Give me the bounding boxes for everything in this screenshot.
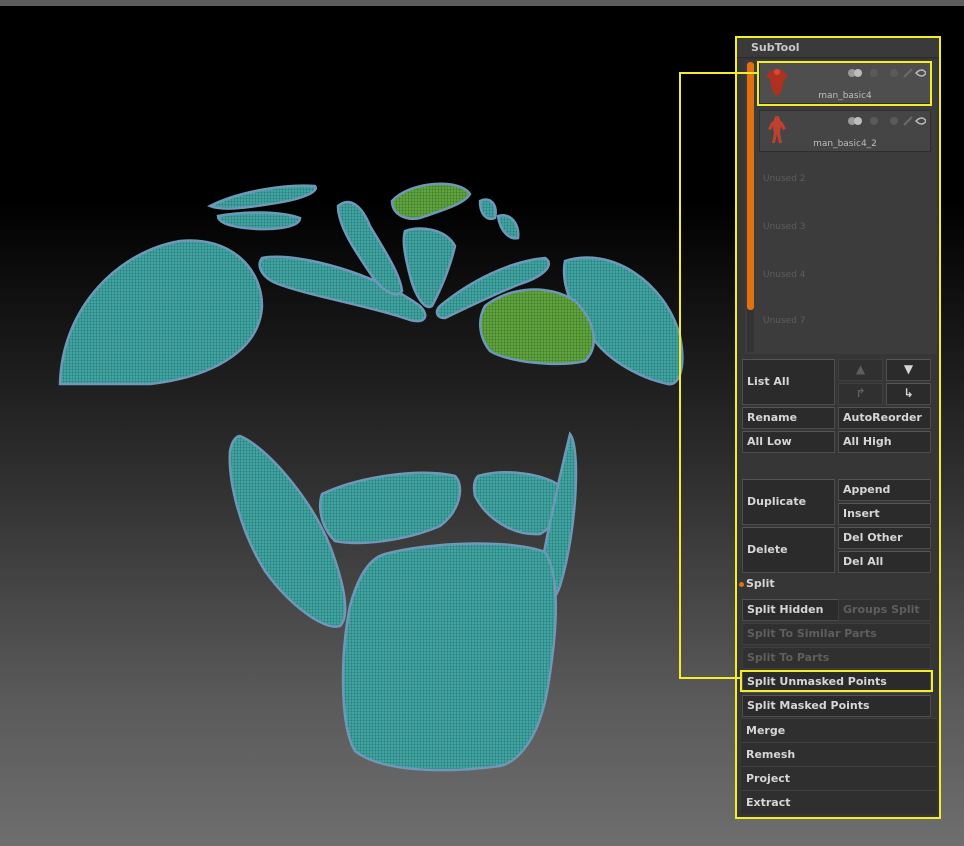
connector-line-vertical (679, 72, 681, 679)
subtool-list: man_basic4 man_basic4_2 Unused 2 Unused … (745, 60, 937, 354)
arrow-turn-down-right-icon: ↳ (903, 386, 914, 400)
mesh-part-chest-left (318, 471, 462, 545)
merge-menu[interactable]: Merge (741, 718, 937, 742)
mesh-part-neck-5 (496, 213, 520, 240)
insert-button[interactable]: Insert (838, 503, 931, 525)
list-all-button[interactable]: List All (742, 359, 835, 405)
unused-slot[interactable]: Unused 3 (763, 222, 806, 232)
eye-icon (914, 117, 926, 125)
move-down-button[interactable]: ▼ (886, 359, 931, 381)
subtool-scrollbar[interactable] (747, 62, 754, 352)
split-masked-points-button[interactable]: Split Masked Points (742, 695, 931, 717)
duplicate-button[interactable]: Duplicate (742, 479, 835, 525)
viewport-canvas[interactable] (0, 6, 735, 846)
all-low-button[interactable]: All Low (742, 431, 835, 453)
connector-line-top (679, 72, 757, 74)
arrow-down-icon: ▼ (903, 362, 914, 376)
subtool-row-icons (848, 68, 926, 78)
unused-slot[interactable]: Unused 7 (763, 316, 806, 326)
arrow-up-icon: ▲ (855, 362, 866, 376)
del-other-button[interactable]: Del Other (838, 527, 931, 549)
split-hidden-button[interactable]: Split Hidden (742, 599, 841, 621)
move-up-button[interactable]: ▲ (838, 359, 883, 381)
move-right-button[interactable]: ↱ (838, 383, 883, 405)
delete-button[interactable]: Delete (742, 527, 835, 573)
split-to-parts-button[interactable]: Split To Parts (742, 647, 931, 669)
project-menu[interactable]: Project (741, 766, 937, 790)
mesh-part-collar-1 (206, 184, 317, 210)
subtool-panel: SubTool man_basic4 man_basic4_2 Unused 2… (737, 38, 939, 818)
auto-reorder-button[interactable]: AutoReorder (838, 407, 931, 429)
rename-button[interactable]: Rename (742, 407, 835, 429)
subtool-item-active[interactable]: man_basic4 (759, 62, 931, 104)
all-high-button[interactable]: All High (838, 431, 931, 453)
mesh-part-abdomen (341, 542, 558, 772)
split-unmasked-points-button[interactable]: Split Unmasked Points (742, 671, 931, 693)
split-expanded-dot (739, 582, 744, 587)
mesh-render (58, 182, 684, 772)
del-all-button[interactable]: Del All (838, 551, 931, 573)
panel-title[interactable]: SubTool (737, 38, 939, 58)
split-similar-parts-button[interactable]: Split To Similar Parts (742, 623, 931, 645)
move-down-right-button[interactable]: ↳ (886, 383, 931, 405)
subtool-name: man_basic4 (818, 91, 872, 101)
mesh-part-neck-2 (390, 182, 472, 220)
mesh-part-neck-4 (478, 198, 497, 220)
subtool-item[interactable]: man_basic4_2 (759, 110, 931, 152)
connector-line-bottom (679, 677, 740, 679)
subtool-row-icons (848, 116, 926, 126)
append-button[interactable]: Append (838, 479, 931, 501)
groups-split-button[interactable]: Groups Split (838, 599, 931, 621)
mesh-part-collar-2 (216, 211, 302, 231)
remesh-menu[interactable]: Remesh (741, 742, 937, 766)
subtool-name: man_basic4_2 (813, 139, 877, 149)
arrow-turn-right-icon: ↱ (855, 386, 866, 400)
mesh-part-left-shoulder (58, 239, 264, 386)
mesh-part-neck-3 (402, 227, 457, 309)
extract-menu[interactable]: Extract (741, 790, 937, 814)
unused-slot[interactable]: Unused 2 (763, 174, 806, 184)
unused-slot[interactable]: Unused 4 (763, 270, 806, 280)
split-section-label[interactable]: Split (746, 577, 775, 590)
scrollbar-thumb[interactable] (747, 62, 754, 310)
eye-icon (914, 69, 926, 77)
